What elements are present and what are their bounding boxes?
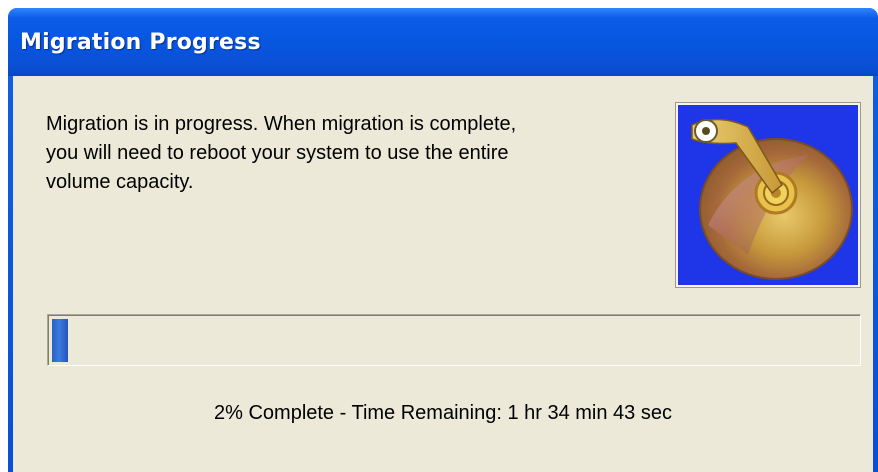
migration-message: Migration is in progress. When migration… [46, 113, 517, 193]
hard-disk-icon [675, 102, 861, 288]
progress-bar [47, 314, 861, 366]
progress-fill [52, 319, 68, 362]
progress-status-text: 2% Complete - Time Remaining: 1 hr 34 mi… [214, 402, 672, 424]
title-bar[interactable]: Migration Progress [8, 8, 878, 76]
progress-fill-area [52, 319, 858, 362]
hard-disk-illustration [691, 118, 853, 280]
window-title: Migration Progress [20, 30, 261, 55]
migration-progress-window: Migration Progress Migration is in progr… [8, 8, 878, 472]
dialog-body: Migration is in progress. When migration… [13, 76, 873, 472]
